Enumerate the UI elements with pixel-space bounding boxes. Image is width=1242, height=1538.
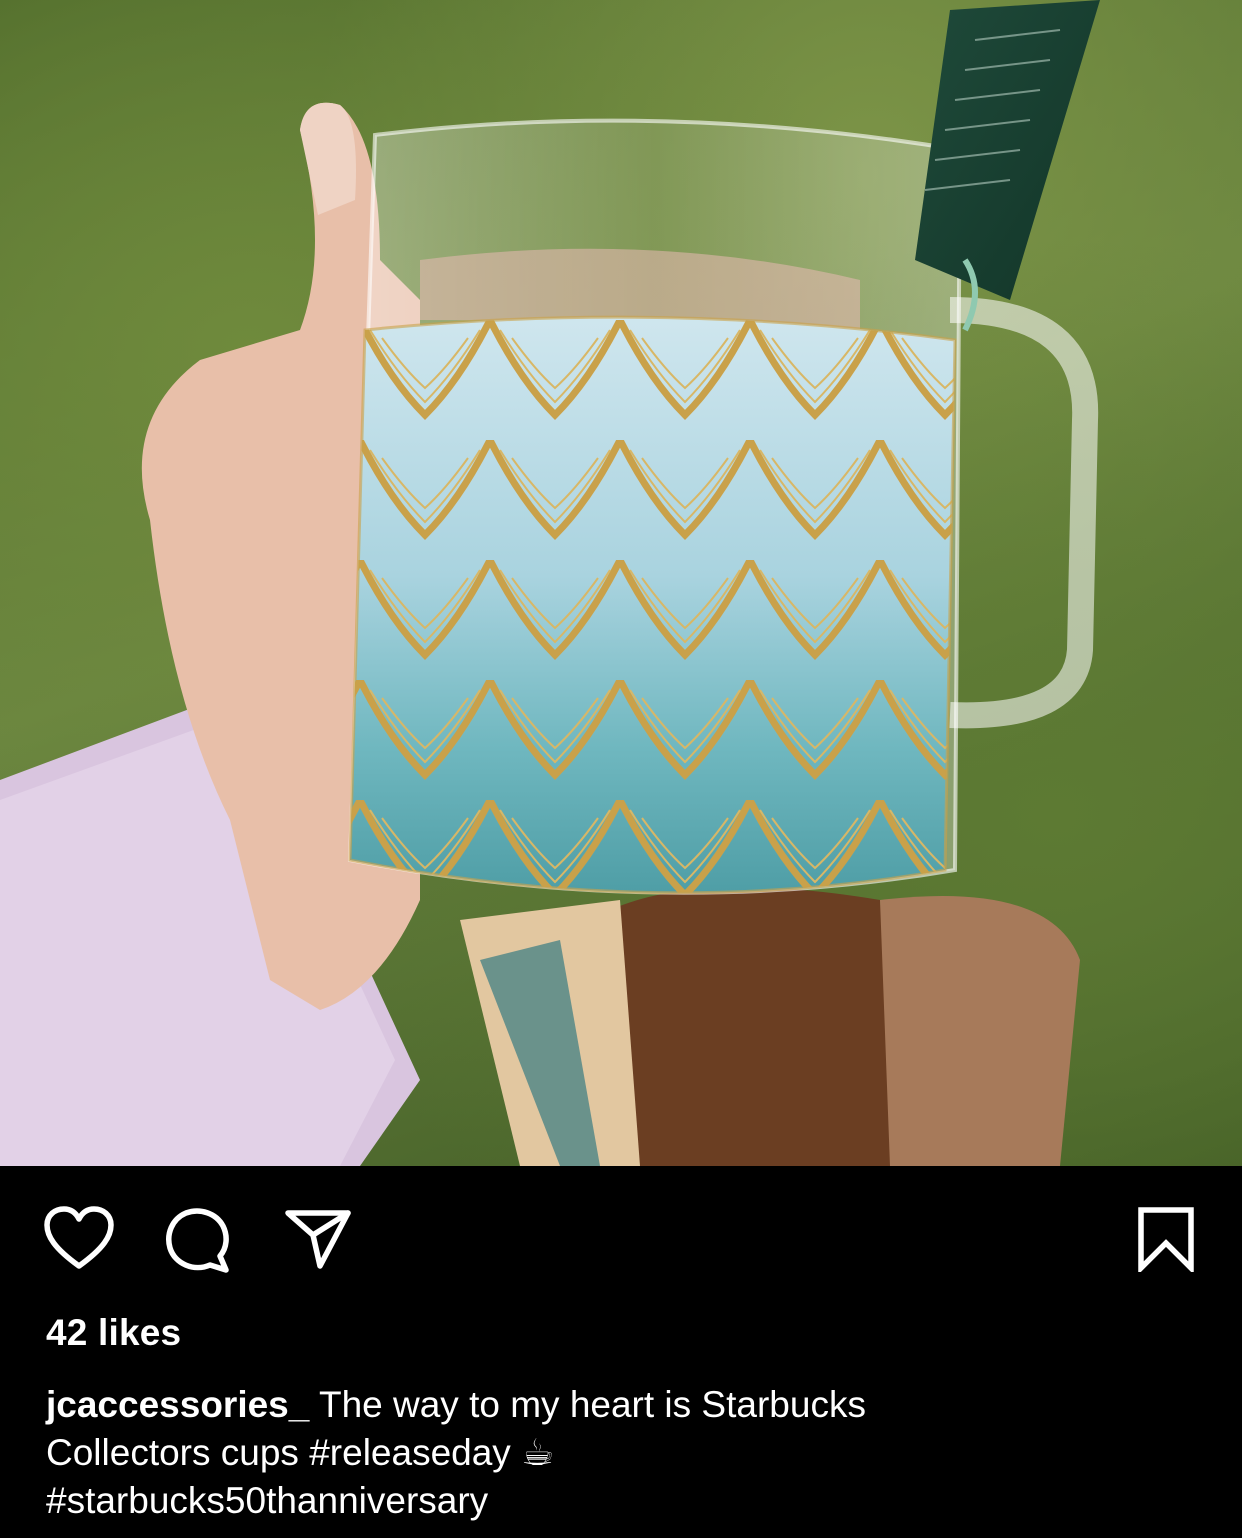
hashtag-starbucks50thanniversary[interactable]: #starbucks50thanniversary bbox=[46, 1480, 488, 1521]
post-image[interactable] bbox=[0, 0, 1242, 1166]
caption-text-line2: Collectors cups bbox=[46, 1432, 310, 1473]
mug-photo-illustration bbox=[0, 0, 1100, 1166]
coffee-emoji-icon: ☕ bbox=[521, 1432, 555, 1473]
bookmark-icon[interactable] bbox=[1137, 1206, 1195, 1272]
caption-text-line1: The way to my heart is Starbucks bbox=[318, 1384, 866, 1425]
post-caption: jcaccessories_ The way to my heart is St… bbox=[46, 1381, 1206, 1525]
caption-username[interactable]: jcaccessories_ bbox=[46, 1384, 309, 1425]
likes-count[interactable]: 42 likes bbox=[46, 1312, 181, 1354]
paper-plane-icon[interactable] bbox=[284, 1208, 352, 1270]
heart-icon[interactable] bbox=[44, 1206, 114, 1270]
comment-icon[interactable] bbox=[164, 1206, 232, 1274]
action-bar bbox=[0, 1166, 1242, 1316]
hashtag-releaseday[interactable]: #releaseday bbox=[309, 1432, 511, 1473]
